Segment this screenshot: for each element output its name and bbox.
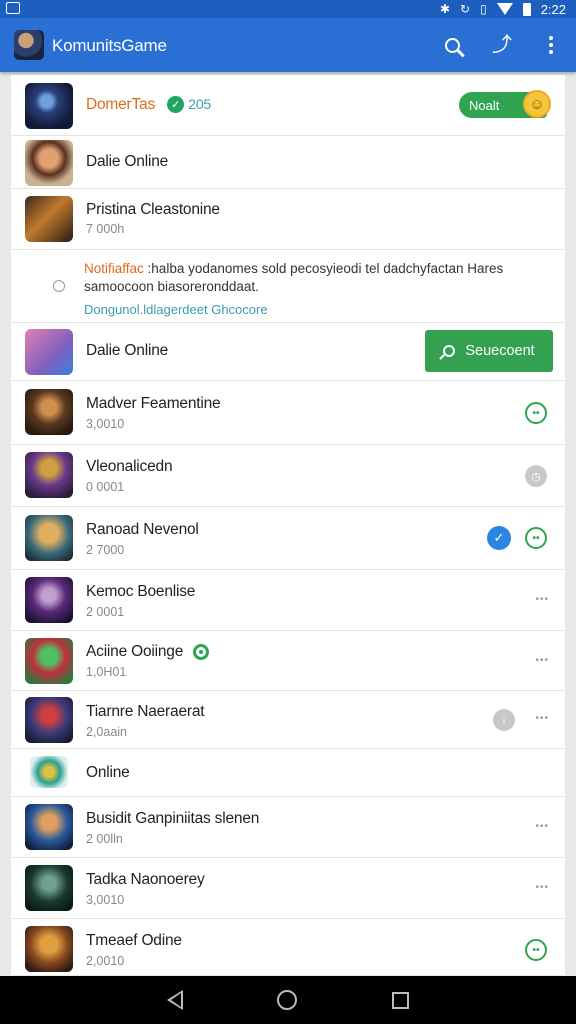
game-thumbnail bbox=[25, 329, 73, 375]
bluetooth-icon: ✱ bbox=[439, 2, 451, 16]
featured-card[interactable]: DomerTas ✓ 205 Noalt ☺ bbox=[11, 75, 565, 136]
system-nav-bar bbox=[0, 976, 576, 1024]
battery-icon bbox=[522, 2, 531, 16]
list-item[interactable]: Busidit Ganpiniitas slenen 2 00lln ••• bbox=[11, 797, 565, 858]
item-subtitle: 2 00lln bbox=[86, 832, 123, 846]
item-name: Pristina Cleastonine bbox=[86, 201, 220, 218]
list-item[interactable]: Tadka Naonoerey 3,0010 ••• bbox=[11, 858, 565, 919]
item-name: Dalie Online bbox=[86, 342, 169, 359]
app-logo bbox=[14, 30, 44, 60]
notification-link[interactable]: Dongunol.ldlagerdeet Ghcocore bbox=[84, 302, 268, 317]
sync-icon: ↻ bbox=[460, 2, 471, 16]
list-item[interactable]: Kemoc Boenlise 2 0001 ••• bbox=[11, 570, 565, 631]
game-list: DomerTas ✓ 205 Noalt ☺ Dalie Online Pris… bbox=[11, 75, 565, 975]
game-thumbnail bbox=[25, 865, 73, 911]
list-item[interactable]: Aciine Ooiinge 1,0H01 ••• bbox=[11, 631, 565, 691]
status-ring-icon[interactable]: •• bbox=[525, 939, 547, 961]
home-icon[interactable] bbox=[277, 990, 298, 1010]
game-thumbnail bbox=[25, 926, 73, 972]
list-item[interactable]: Dalie Online Seuecoent bbox=[11, 323, 565, 381]
item-subtitle: 2,0010 bbox=[86, 954, 125, 968]
item-subtitle: 2 0001 bbox=[86, 605, 125, 619]
verified-check-icon: ✓ bbox=[167, 96, 185, 114]
item-name: Tadka Naonoerey bbox=[86, 871, 205, 888]
more-options-button[interactable] bbox=[536, 30, 566, 60]
wifi-icon bbox=[496, 3, 513, 15]
download-icon[interactable]: ↓ bbox=[493, 709, 515, 731]
vibrate-icon: ▯ bbox=[480, 2, 487, 16]
notification-text: :halba yodanomes sold pecosyieodi tel da… bbox=[84, 261, 504, 294]
list-item[interactable]: Tmeaef Odine 2,0010 •• bbox=[11, 919, 565, 975]
status-bar: ✱ ↻ ▯ 2:22 bbox=[0, 0, 576, 18]
game-thumbnail bbox=[30, 756, 68, 788]
pending-icon[interactable]: ◷ bbox=[525, 465, 547, 487]
game-thumbnail bbox=[25, 697, 73, 743]
featured-count: 205 bbox=[188, 96, 212, 112]
online-indicator-icon bbox=[193, 643, 210, 660]
more-dots-icon[interactable]: ••• bbox=[535, 882, 549, 893]
item-subtitle: 7 000h bbox=[86, 222, 125, 236]
status-ring-icon[interactable]: •• bbox=[525, 402, 547, 424]
item-name: Ranoad Nevenol bbox=[86, 521, 199, 538]
radio-button[interactable] bbox=[53, 280, 65, 292]
noalt-button-label: Noalt bbox=[469, 97, 500, 113]
item-name: Dalie Online bbox=[86, 153, 169, 170]
item-subtitle: 0 0001 bbox=[86, 480, 125, 494]
more-dots-icon[interactable]: ••• bbox=[535, 821, 549, 832]
game-thumbnail bbox=[25, 577, 73, 623]
more-vert-icon bbox=[549, 36, 553, 54]
list-item[interactable]: Pristina Cleastonine 7 000h bbox=[11, 189, 565, 250]
share-button[interactable]: ⤴ bbox=[487, 30, 517, 60]
clock: 2:22 bbox=[540, 1, 566, 17]
search-action-label: Seuecoent bbox=[465, 343, 535, 359]
list-item[interactable]: Tiarnre Naeraerat 2,0aain ↓ ••• bbox=[11, 691, 565, 749]
notification-card[interactable]: Notifiaffac :halba yodanomes sold pecosy… bbox=[11, 250, 565, 323]
item-name: Vleonalicedn bbox=[86, 458, 173, 475]
search-action-button[interactable]: Seuecoent bbox=[425, 330, 553, 372]
status-ring-icon[interactable]: •• bbox=[525, 527, 547, 549]
share-icon: ⤴ bbox=[492, 34, 512, 56]
list-item[interactable]: Ranoad Nevenol 2 7000 ✓ •• bbox=[11, 507, 565, 570]
app-title: KomunitsGame bbox=[52, 36, 167, 55]
item-subtitle: 3,0010 bbox=[86, 417, 125, 431]
game-thumbnail bbox=[25, 452, 73, 498]
featured-title: DomerTas bbox=[86, 96, 156, 113]
item-name: Madver Feamentine bbox=[86, 395, 221, 412]
blue-check-icon[interactable]: ✓ bbox=[487, 526, 511, 550]
app-bar: KomunitsGame ⤴ bbox=[0, 18, 576, 72]
list-item[interactable]: Vleonalicedn 0 0001 ◷ bbox=[11, 445, 565, 507]
game-thumbnail bbox=[25, 140, 73, 186]
game-thumbnail bbox=[25, 196, 73, 242]
item-name: Tiarnre Naeraerat bbox=[86, 703, 205, 720]
sim-icon bbox=[6, 2, 20, 14]
game-thumbnail bbox=[25, 638, 73, 684]
more-dots-icon[interactable]: ••• bbox=[535, 655, 549, 666]
item-subtitle: 1,0H01 bbox=[86, 665, 127, 679]
smiley-icon: ☺ bbox=[523, 90, 551, 118]
item-name: Busidit Ganpiniitas slenen bbox=[86, 810, 260, 827]
item-name: Online bbox=[86, 764, 130, 781]
list-item[interactable]: Dalie Online bbox=[11, 136, 565, 189]
item-name: Kemoc Boenlise bbox=[86, 583, 196, 600]
item-subtitle: 3,0010 bbox=[86, 893, 125, 907]
more-dots-icon[interactable]: ••• bbox=[535, 594, 549, 605]
more-dots-icon[interactable]: ••• bbox=[535, 713, 549, 724]
item-name: Tmeaef Odine bbox=[86, 932, 182, 949]
game-thumbnail bbox=[25, 83, 73, 129]
game-thumbnail bbox=[25, 389, 73, 435]
back-icon[interactable] bbox=[167, 990, 184, 1010]
item-name: Aciine Ooiinge bbox=[86, 643, 184, 660]
game-thumbnail bbox=[25, 515, 73, 561]
list-item[interactable]: Madver Feamentine 3,0010 •• bbox=[11, 381, 565, 445]
notification-highlight: Notifiaffac bbox=[84, 261, 144, 276]
noalt-button[interactable]: Noalt ☺ bbox=[459, 90, 551, 118]
game-thumbnail bbox=[25, 804, 73, 850]
item-subtitle: 2 7000 bbox=[86, 543, 125, 557]
search-icon bbox=[444, 37, 460, 53]
search-icon bbox=[443, 345, 456, 357]
recents-icon[interactable] bbox=[391, 991, 409, 1009]
list-item[interactable]: Online bbox=[11, 749, 565, 797]
item-subtitle: 2,0aain bbox=[86, 725, 128, 739]
search-button[interactable] bbox=[437, 30, 467, 60]
